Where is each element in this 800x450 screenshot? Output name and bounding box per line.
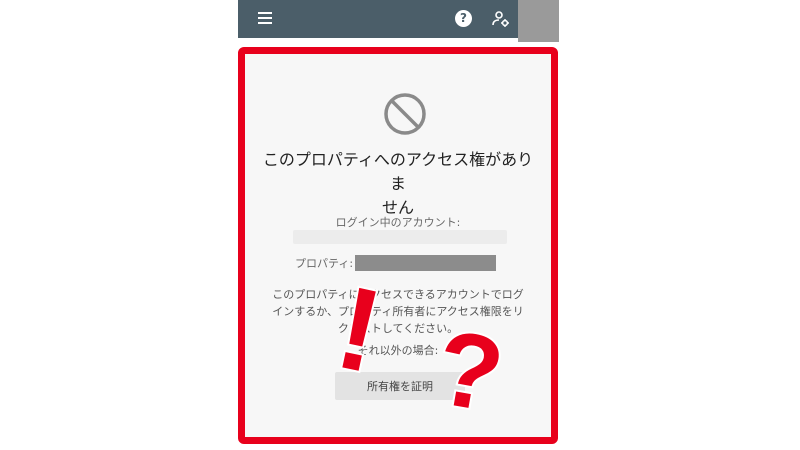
- property-label: プロパティ:: [295, 257, 354, 270]
- otherwise-label: それ以外の場合:: [357, 344, 439, 357]
- instructions-line-1: このプロパティにアクセスできるアカウントでログ: [272, 288, 524, 301]
- instructions-line-3: クエストしてください。: [337, 322, 459, 335]
- toolbar-overflow-area: [518, 0, 559, 42]
- no-entry-icon: [384, 93, 426, 135]
- app-toolbar: ?: [238, 0, 518, 38]
- menu-icon[interactable]: [258, 12, 272, 24]
- verify-ownership-button[interactable]: 所有権を証明: [335, 372, 465, 400]
- help-icon[interactable]: ?: [455, 10, 472, 27]
- signed-in-account-label: ログイン中のアカウント:: [335, 216, 461, 229]
- property-value: [355, 255, 497, 271]
- signed-in-account-value: [293, 230, 507, 244]
- manage-account-icon[interactable]: [492, 10, 510, 28]
- access-denied-panel: このプロパティへのアクセス権がありま せん ログイン中のアカウント: プロパティ…: [238, 47, 558, 444]
- instructions-line-2: インするか、プロパティ所有者にアクセス権限をリ: [272, 305, 524, 318]
- page-title: このプロパティへのアクセス権がありま せん: [255, 148, 541, 220]
- property-row: プロパティ:: [295, 254, 497, 272]
- access-instructions: このプロパティにアクセスできるアカウントでログ インするか、プロパティ所有者にア…: [263, 286, 533, 337]
- title-line-1: このプロパティへのアクセス権がありま: [262, 150, 534, 193]
